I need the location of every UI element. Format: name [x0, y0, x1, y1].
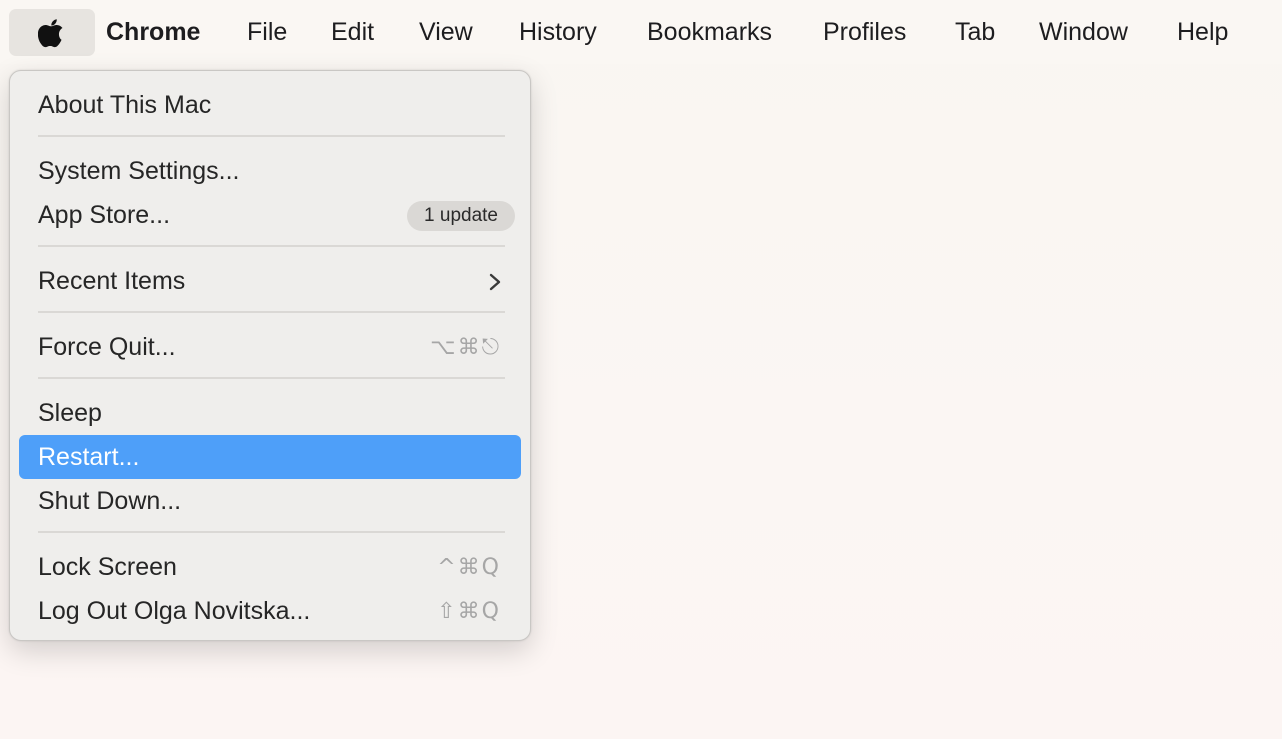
menubar-profiles[interactable]: Profiles [823, 16, 906, 48]
menu-item-shut-down[interactable]: Shut Down... [19, 479, 521, 523]
menubar-file[interactable]: File [247, 16, 287, 48]
menu-item-label: Force Quit... [38, 333, 176, 361]
menu-item-label: App Store... [38, 201, 171, 229]
menu-item-recent-items[interactable]: Recent Items [19, 259, 521, 303]
menu-item-force-quit[interactable]: Force Quit... ⌥⌘⎋ [19, 325, 521, 369]
keyboard-shortcut: ^⌘Q [437, 555, 501, 580]
menubar-tab[interactable]: Tab [955, 16, 995, 48]
menu-item-label: Restart... [38, 443, 140, 471]
menu-bar: Chrome File Edit View History Bookmarks … [0, 0, 1282, 64]
menu-item-log-out[interactable]: Log Out Olga Novitska... ⇧⌘Q [19, 589, 521, 633]
keyboard-shortcut: ⌥⌘⎋ [430, 335, 501, 360]
menu-item-app-store[interactable]: App Store... 1 update [19, 193, 521, 237]
menubar-help[interactable]: Help [1177, 16, 1228, 48]
menubar-window[interactable]: Window [1039, 16, 1128, 48]
menubar-view[interactable]: View [419, 16, 473, 48]
menu-separator [38, 311, 505, 313]
menu-item-label: Log Out Olga Novitska... [38, 597, 311, 625]
menu-item-label: System Settings... [38, 157, 240, 185]
menu-separator [38, 245, 505, 247]
update-count-badge: 1 update [407, 201, 515, 231]
menu-separator [38, 377, 505, 379]
menu-item-label: Sleep [38, 399, 102, 427]
menubar-edit[interactable]: Edit [331, 16, 374, 48]
menubar-bookmarks[interactable]: Bookmarks [647, 16, 772, 48]
keyboard-shortcut: ⇧⌘Q [437, 599, 501, 624]
menu-item-label: Recent Items [38, 267, 186, 295]
apple-menu-button[interactable] [9, 9, 95, 56]
chevron-right-icon [489, 273, 501, 291]
menu-item-lock-screen[interactable]: Lock Screen ^⌘Q [19, 545, 521, 589]
menu-item-label: Lock Screen [38, 553, 177, 581]
menu-item-system-settings[interactable]: System Settings... [19, 149, 521, 193]
apple-menu-dropdown: About This Mac System Settings... App St… [9, 70, 531, 641]
menu-item-label: About This Mac [38, 91, 212, 119]
menubar-history[interactable]: History [519, 16, 597, 48]
menu-item-about-this-mac[interactable]: About This Mac [19, 83, 521, 127]
menu-item-restart[interactable]: Restart... [19, 435, 521, 479]
menu-separator [38, 531, 505, 533]
menu-item-sleep[interactable]: Sleep [19, 391, 521, 435]
menu-separator [38, 135, 505, 137]
apple-logo-icon [38, 19, 63, 48]
menu-item-label: Shut Down... [38, 487, 182, 515]
menubar-app-chrome[interactable]: Chrome [106, 16, 200, 48]
